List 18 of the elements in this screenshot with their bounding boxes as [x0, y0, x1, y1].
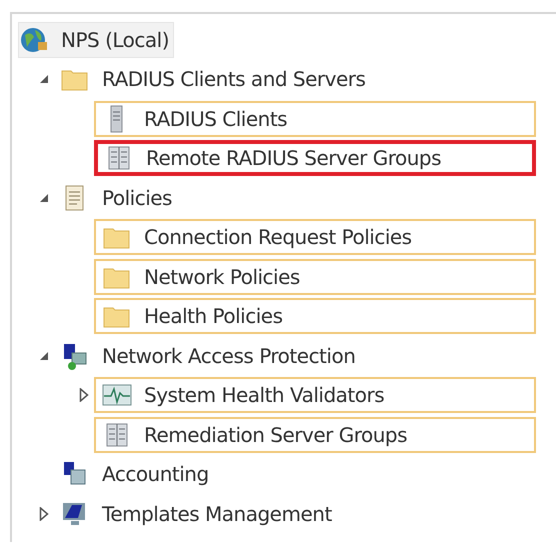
tree-item[interactable]: Connection Request Policies [94, 219, 536, 256]
expanded-arrow-icon[interactable] [39, 350, 49, 361]
expanded-arrow-icon[interactable] [39, 74, 49, 84]
tree-item[interactable]: System Health Validators [94, 377, 536, 414]
tree-node[interactable]: Network Access Protection [54, 338, 362, 374]
collapsed-arrow-icon[interactable] [39, 506, 49, 521]
tree-item[interactable]: Health Policies [94, 298, 536, 334]
tree-node[interactable]: RADIUS Clients and Servers [54, 61, 372, 98]
tree-node[interactable]: Templates Management [54, 496, 338, 532]
tree-node[interactable]: Policies [54, 180, 178, 216]
tree-item[interactable]: Remote RADIUS Server Groups [94, 140, 536, 176]
expanded-arrow-icon[interactable] [39, 192, 49, 203]
tree-item[interactable]: Network Policies [94, 258, 536, 295]
tree-item[interactable]: RADIUS Clients [94, 100, 536, 137]
collapsed-arrow-icon[interactable] [79, 388, 89, 402]
tree-item[interactable]: Remediation Server Groups [94, 416, 536, 453]
tree-node[interactable]: NPS (Local) [18, 22, 174, 58]
tree-node[interactable]: Accounting [54, 456, 215, 492]
